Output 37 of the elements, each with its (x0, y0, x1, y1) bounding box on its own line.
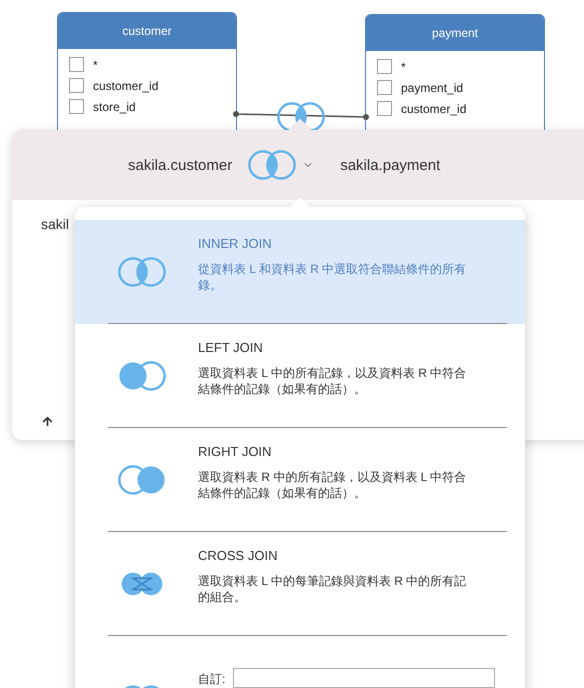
join-name: LEFT JOIN (198, 340, 264, 355)
left-table-name: sakila.customer (128, 156, 232, 174)
join-type-picker[interactable] (246, 148, 314, 182)
join-description: 選取資料表 R 中的所有記錄，以及資料表 L 中符合 結條件的記錄（如果有的話）。 (198, 469, 466, 501)
join-option[interactable]: CROSS JOIN 選取資料表 L 中的每筆記錄與資料表 R 中的所有記 的組合。 (75, 532, 525, 636)
join-description: 選取資料表 L 中的所有記錄，以及資料表 R 中符合 結條件的記錄（如果有的話）。 (198, 365, 466, 397)
custom-label: 自訂: (198, 671, 226, 688)
column-checkbox[interactable] (377, 80, 392, 95)
column-checkbox[interactable] (377, 101, 392, 116)
column-checkbox[interactable] (377, 59, 392, 74)
join-icon (246, 148, 298, 182)
join-option[interactable]: INNER JOIN 從資料表 L 和資料表 R 中選取符合聯結條件的所有 錄。 (75, 220, 525, 324)
join-icon (116, 463, 168, 497)
column-name: payment_id (401, 80, 464, 94)
column-checkbox[interactable] (69, 57, 84, 72)
join-option[interactable]: RIGHT JOIN 選取資料表 R 中的所有記錄，以及資料表 L 中符合 結條件的記錄（如果有的話）。 (75, 428, 525, 532)
join-description: 從資料表 L 和資料表 R 中選取符合聯結條件的所有 錄。 (198, 261, 466, 293)
join-option[interactable]: LEFT JOIN 選取資料表 L 中的所有記錄，以及資料表 R 中符合 結條件的記錄（如果有的話）。 (75, 324, 525, 428)
column-name: * (93, 58, 98, 72)
custom-join-field[interactable] (233, 668, 496, 688)
column-name: store_id (93, 100, 136, 114)
column-checkbox[interactable] (69, 99, 84, 114)
arrow-up-icon[interactable] (41, 415, 54, 428)
join-name: RIGHT JOIN (198, 444, 272, 459)
join-name: INNER JOIN (198, 236, 273, 251)
table-title: customer (58, 13, 236, 49)
join-option[interactable]: 自訂: (75, 636, 525, 688)
condition-text: sakil (41, 216, 70, 232)
right-table-name: sakila.payment (340, 156, 440, 174)
table-title: payment (366, 15, 544, 51)
join-icon (116, 255, 168, 289)
column-checkbox[interactable] (69, 78, 84, 93)
column-name: customer_id (401, 102, 466, 116)
join-description: 選取資料表 L 中的每筆記錄與資料表 R 中的所有記 的組合。 (198, 573, 466, 605)
column-name: * (401, 60, 406, 74)
column-name: customer_id (93, 78, 158, 92)
join-name: CROSS JOIN (198, 548, 278, 563)
